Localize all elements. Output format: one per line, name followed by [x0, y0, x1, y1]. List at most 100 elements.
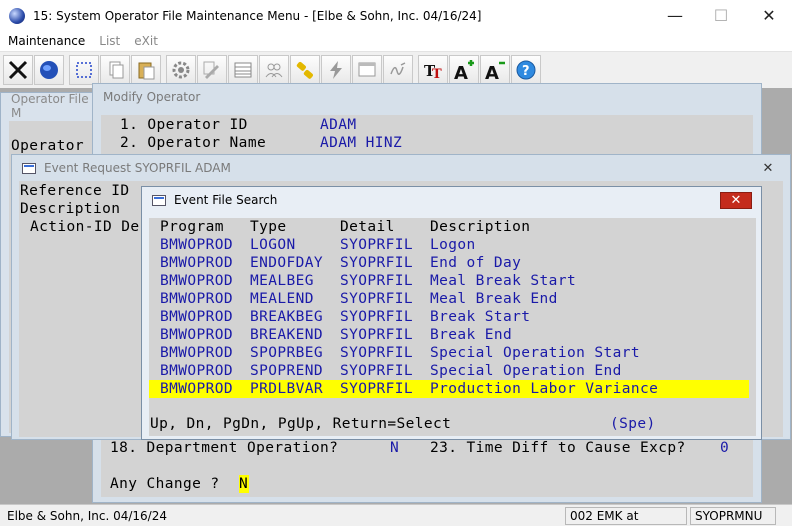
event-row-program[interactable]: BMWOPROD [160, 308, 233, 326]
event-row-detail[interactable]: SYOPRFIL [340, 236, 413, 254]
event-row-description[interactable]: Logon [430, 236, 476, 254]
event-row-detail[interactable]: SYOPRFIL [340, 254, 413, 272]
any-change-input[interactable]: N [239, 475, 249, 493]
window-icon [22, 162, 36, 174]
event-request-close-button[interactable]: ✕ [752, 160, 784, 177]
font-decrease-icon[interactable]: A [480, 55, 510, 85]
event-row-description[interactable]: Break Start [430, 308, 530, 326]
edit-icon[interactable] [197, 55, 227, 85]
event-row-detail[interactable]: SYOPRFIL [340, 326, 413, 344]
svg-text:?: ? [522, 64, 530, 79]
svg-text:A: A [454, 63, 468, 81]
event-row-detail[interactable]: SYOPRFIL [340, 380, 413, 398]
globe-icon[interactable] [34, 55, 64, 85]
maximize-button[interactable]: ☐ [698, 0, 744, 31]
window-icon [152, 194, 166, 206]
event-row-program[interactable]: BMWOPROD [160, 380, 233, 398]
event-row-detail[interactable]: SYOPRFIL [340, 362, 413, 380]
any-change-prompt: Any Change ? [110, 476, 220, 492]
event-file-search-titlebar: Event File Search [142, 187, 761, 213]
header-program: Program [160, 219, 224, 235]
event-request-title: Event Request SYOPRFIL ADAM [44, 161, 231, 175]
status-session: 002 EMK at DB1EMK [565, 507, 687, 526]
event-row-type[interactable]: MEALBEG [250, 272, 314, 290]
event-row-program[interactable]: BMWOPROD [160, 362, 233, 380]
window-title: 15: System Operator File Maintenance Men… [33, 8, 482, 23]
event-row-description[interactable]: Special Operation Start [430, 344, 640, 362]
department-operation-value[interactable]: N [390, 439, 399, 457]
event-row-program[interactable]: BMWOPROD [160, 290, 233, 308]
header-detail: Detail [340, 219, 395, 235]
svg-text:A: A [485, 63, 499, 81]
exit-icon[interactable] [3, 55, 33, 85]
event-row-program[interactable]: BMWOPROD [160, 344, 233, 362]
users-icon[interactable] [259, 55, 289, 85]
event-row-type[interactable]: LOGON [250, 236, 296, 254]
event-row-type[interactable]: SPOPREND [250, 362, 323, 380]
event-row-description[interactable]: Special Operation End [430, 362, 622, 380]
reference-id-label: Reference ID [20, 183, 130, 199]
font-increase-icon[interactable]: A [449, 55, 479, 85]
signature-icon[interactable] [383, 55, 413, 85]
event-row-detail[interactable]: SYOPRFIL [340, 272, 413, 290]
description-label: Description [20, 201, 121, 217]
event-row-program[interactable]: BMWOPROD [160, 272, 233, 290]
event-row-type[interactable]: BREAKEND [250, 326, 323, 344]
action-id-label: Action-ID De [30, 219, 140, 235]
header-description: Description [430, 219, 531, 235]
time-diff-value[interactable]: 0 [720, 439, 729, 457]
status-program: SYOPRMNU [690, 507, 776, 525]
operator-name-value[interactable]: ADAM HINZ [320, 134, 402, 152]
lightning-icon[interactable] [321, 55, 351, 85]
event-row-program[interactable]: BMWOPROD [160, 236, 233, 254]
menu-bar: Maintenance List eXit [0, 31, 792, 51]
event-row-type[interactable]: ENDOFDAY [250, 254, 323, 272]
event-file-search-window: Event File Search ✕ Program Type Detail … [141, 186, 762, 440]
status-company: Elbe & Sohn, Inc. 04/16/24 [7, 509, 167, 523]
status-bar: Elbe & Sohn, Inc. 04/16/24 002 EMK at DB… [0, 504, 792, 526]
window-icon[interactable] [352, 55, 382, 85]
event-file-search-title: Event File Search [174, 193, 278, 207]
event-row-description[interactable]: Meal Break End [430, 290, 558, 308]
minimize-button[interactable]: — [652, 0, 698, 31]
event-row-program[interactable]: BMWOPROD [160, 326, 233, 344]
menu-exit[interactable]: eXit [134, 34, 158, 48]
select-icon[interactable] [69, 55, 99, 85]
department-operation-label: 18. Department Operation? [110, 440, 339, 456]
operator-name-label: 2. Operator Name [120, 135, 267, 151]
copy-icon[interactable] [100, 55, 130, 85]
event-row-description[interactable]: Break End [430, 326, 512, 344]
event-row-type[interactable]: MEALEND [250, 290, 314, 308]
modify-operator-title: Modify Operator [103, 90, 201, 104]
event-row-type[interactable]: BREAKBEG [250, 308, 323, 326]
menu-list[interactable]: List [99, 34, 120, 48]
event-row-description[interactable]: Production Labor Variance [430, 380, 658, 398]
event-row-detail[interactable]: SYOPRFIL [340, 308, 413, 326]
app-globe-icon [9, 7, 25, 24]
header-type: Type [250, 219, 287, 235]
event-row-type[interactable]: SPOPRBEG [250, 344, 323, 362]
time-diff-label: 23. Time Diff to Cause Excp? [430, 440, 686, 456]
table-icon[interactable] [228, 55, 258, 85]
navigation-help: Up, Dn, PgDn, PgUp, Return=Select [150, 416, 452, 432]
event-row-description[interactable]: Meal Break Start [430, 272, 576, 290]
settings-icon[interactable] [166, 55, 196, 85]
event-row-description[interactable]: End of Day [430, 254, 521, 272]
event-row-type[interactable]: PRDLBVAR [250, 380, 323, 398]
event-request-titlebar: Event Request SYOPRFIL ADAM [12, 155, 790, 181]
close-button[interactable]: ✕ [746, 0, 792, 31]
menu-maintenance[interactable]: Maintenance [8, 34, 85, 48]
operator-file-title: Operator File M [11, 92, 89, 120]
operator-id-value[interactable]: ADAM [320, 116, 357, 134]
event-row-detail[interactable]: SYOPRFIL [340, 344, 413, 362]
paste-icon[interactable] [131, 55, 161, 85]
event-file-search-close-button[interactable]: ✕ [720, 192, 752, 209]
event-row-program[interactable]: BMWOPROD [160, 254, 233, 272]
help-icon[interactable]: ? [511, 55, 541, 85]
font-icon[interactable]: TT [418, 55, 448, 85]
operator-label: Operator [11, 138, 85, 154]
link-icon[interactable] [290, 55, 320, 85]
event-row-detail[interactable]: SYOPRFIL [340, 290, 413, 308]
title-bar: 15: System Operator File Maintenance Men… [0, 0, 792, 31]
navigation-hint: (Spe) [610, 416, 656, 432]
